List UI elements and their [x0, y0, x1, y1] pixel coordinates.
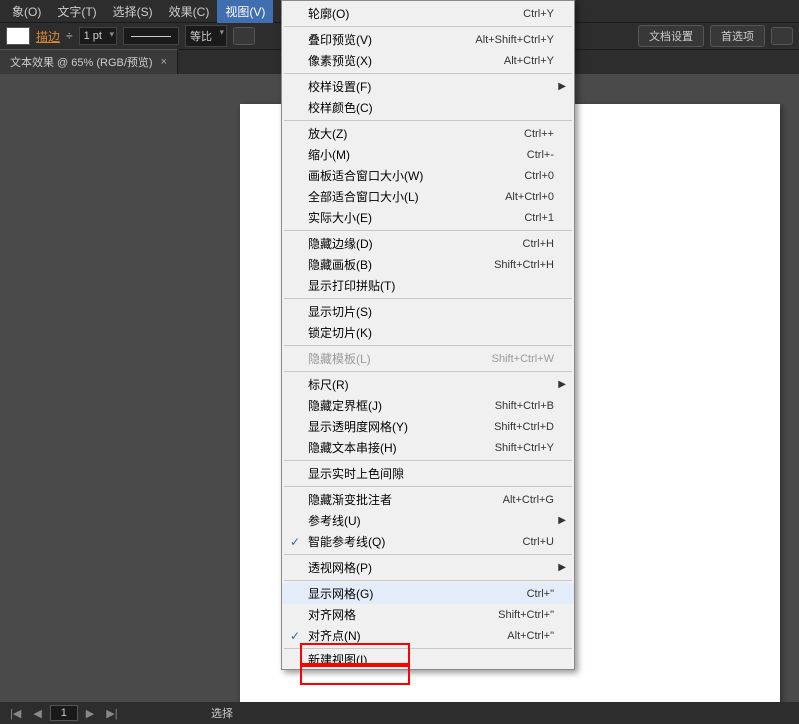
- menu-show-live-paint-gaps[interactable]: 显示实时上色间隙: [282, 463, 574, 484]
- stroke-label[interactable]: 描边: [36, 28, 60, 45]
- menu-zoom-in[interactable]: 放大(Z)Ctrl++: [282, 123, 574, 144]
- chevron-right-icon: ▶: [558, 562, 566, 573]
- menu-snap-to-grid[interactable]: 对齐网格Shift+Ctrl+": [282, 604, 574, 625]
- fill-swatch[interactable]: [6, 27, 30, 45]
- menu-snap-to-point[interactable]: ✓对齐点(N)Alt+Ctrl+": [282, 625, 574, 646]
- menu-proof-colors[interactable]: 校样颜色(C): [282, 97, 574, 118]
- menu-actual-size[interactable]: 实际大小(E)Ctrl+1: [282, 207, 574, 228]
- menu-zoom-out[interactable]: 缩小(M)Ctrl+-: [282, 144, 574, 165]
- menu-show-grid[interactable]: 显示网格(G)Ctrl+": [282, 583, 574, 604]
- menu-effect[interactable]: 效果(C): [161, 0, 218, 23]
- document-tab[interactable]: 文本效果 @ 65% (RGB/预览) ×: [0, 49, 178, 74]
- menu-new-view[interactable]: 新建视图(I): [282, 651, 574, 667]
- check-icon: ✓: [290, 535, 300, 549]
- menu-select[interactable]: 选择(S): [105, 0, 161, 23]
- menu-guides[interactable]: 参考线(U)▶: [282, 510, 574, 531]
- menu-show-print-tiling[interactable]: 显示打印拼贴(T): [282, 275, 574, 296]
- menu-smart-guides[interactable]: ✓智能参考线(Q)Ctrl+U: [282, 531, 574, 552]
- menu-lock-slices[interactable]: 锁定切片(K): [282, 322, 574, 343]
- chevron-right-icon: ▶: [558, 81, 566, 92]
- menu-show-transparency-grid[interactable]: 显示透明度网格(Y)Shift+Ctrl+D: [282, 416, 574, 437]
- page-navigator: |◀ ◀ ▶ ▶|: [6, 705, 122, 721]
- first-page-icon[interactable]: |◀: [6, 707, 25, 720]
- menu-hide-gradient-annotator[interactable]: 隐藏渐变批注者Alt+Ctrl+G: [282, 489, 574, 510]
- menu-object[interactable]: 象(O): [4, 0, 49, 23]
- last-page-icon[interactable]: ▶|: [102, 707, 121, 720]
- statusbar: |◀ ◀ ▶ ▶| 选择: [0, 702, 799, 724]
- prefs-button[interactable]: 首选项: [710, 25, 765, 47]
- prev-page-icon[interactable]: ◀: [29, 707, 45, 720]
- dash-dropdown[interactable]: 等比: [185, 25, 227, 47]
- menu-hide-bbox[interactable]: 隐藏定界框(J)Shift+Ctrl+B: [282, 395, 574, 416]
- menu-fit-all[interactable]: 全部适合窗口大小(L)Alt+Ctrl+0: [282, 186, 574, 207]
- panel-menu-icon[interactable]: [771, 27, 793, 45]
- menu-hide-text-threads[interactable]: 隐藏文本串接(H)Shift+Ctrl+Y: [282, 437, 574, 458]
- chevron-right-icon: ▶: [558, 379, 566, 390]
- menu-rulers[interactable]: 标尺(R)▶: [282, 374, 574, 395]
- menu-pixel-preview[interactable]: 像素预览(X)Alt+Ctrl+Y: [282, 50, 574, 71]
- menu-hide-template: 隐藏模板(L)Shift+Ctrl+W: [282, 348, 574, 369]
- stroke-sample[interactable]: [123, 27, 179, 45]
- menu-show-slices[interactable]: 显示切片(S): [282, 301, 574, 322]
- menu-view[interactable]: 视图(V): [217, 0, 273, 23]
- menu-fit-artboard[interactable]: 画板适合窗口大小(W)Ctrl+0: [282, 165, 574, 186]
- next-page-icon[interactable]: ▶: [82, 707, 98, 720]
- opacity-icon[interactable]: [233, 27, 255, 45]
- menu-proof-setup[interactable]: 校样设置(F)▶: [282, 76, 574, 97]
- view-menu-dropdown: 轮廓(O)Ctrl+Y 叠印预览(V)Alt+Shift+Ctrl+Y 像素预览…: [281, 0, 575, 670]
- menu-perspective-grid[interactable]: 透视网格(P)▶: [282, 557, 574, 578]
- menu-text[interactable]: 文字(T): [49, 0, 104, 23]
- page-input[interactable]: [50, 705, 78, 721]
- menu-overprint-preview[interactable]: 叠印预览(V)Alt+Shift+Ctrl+Y: [282, 29, 574, 50]
- menu-hide-artboards[interactable]: 隐藏画板(B)Shift+Ctrl+H: [282, 254, 574, 275]
- check-icon: ✓: [290, 629, 300, 643]
- chevron-right-icon: ▶: [558, 515, 566, 526]
- menu-hide-edges[interactable]: 隐藏边缘(D)Ctrl+H: [282, 233, 574, 254]
- selection-label: 选择: [211, 705, 233, 721]
- menu-outline[interactable]: 轮廓(O)Ctrl+Y: [282, 3, 574, 24]
- doc-setup-button[interactable]: 文档设置: [638, 25, 704, 47]
- close-icon[interactable]: ×: [161, 56, 167, 68]
- stroke-width-dropdown[interactable]: 1 pt: [79, 27, 117, 45]
- tab-title: 文本效果 @ 65% (RGB/预览): [10, 54, 153, 70]
